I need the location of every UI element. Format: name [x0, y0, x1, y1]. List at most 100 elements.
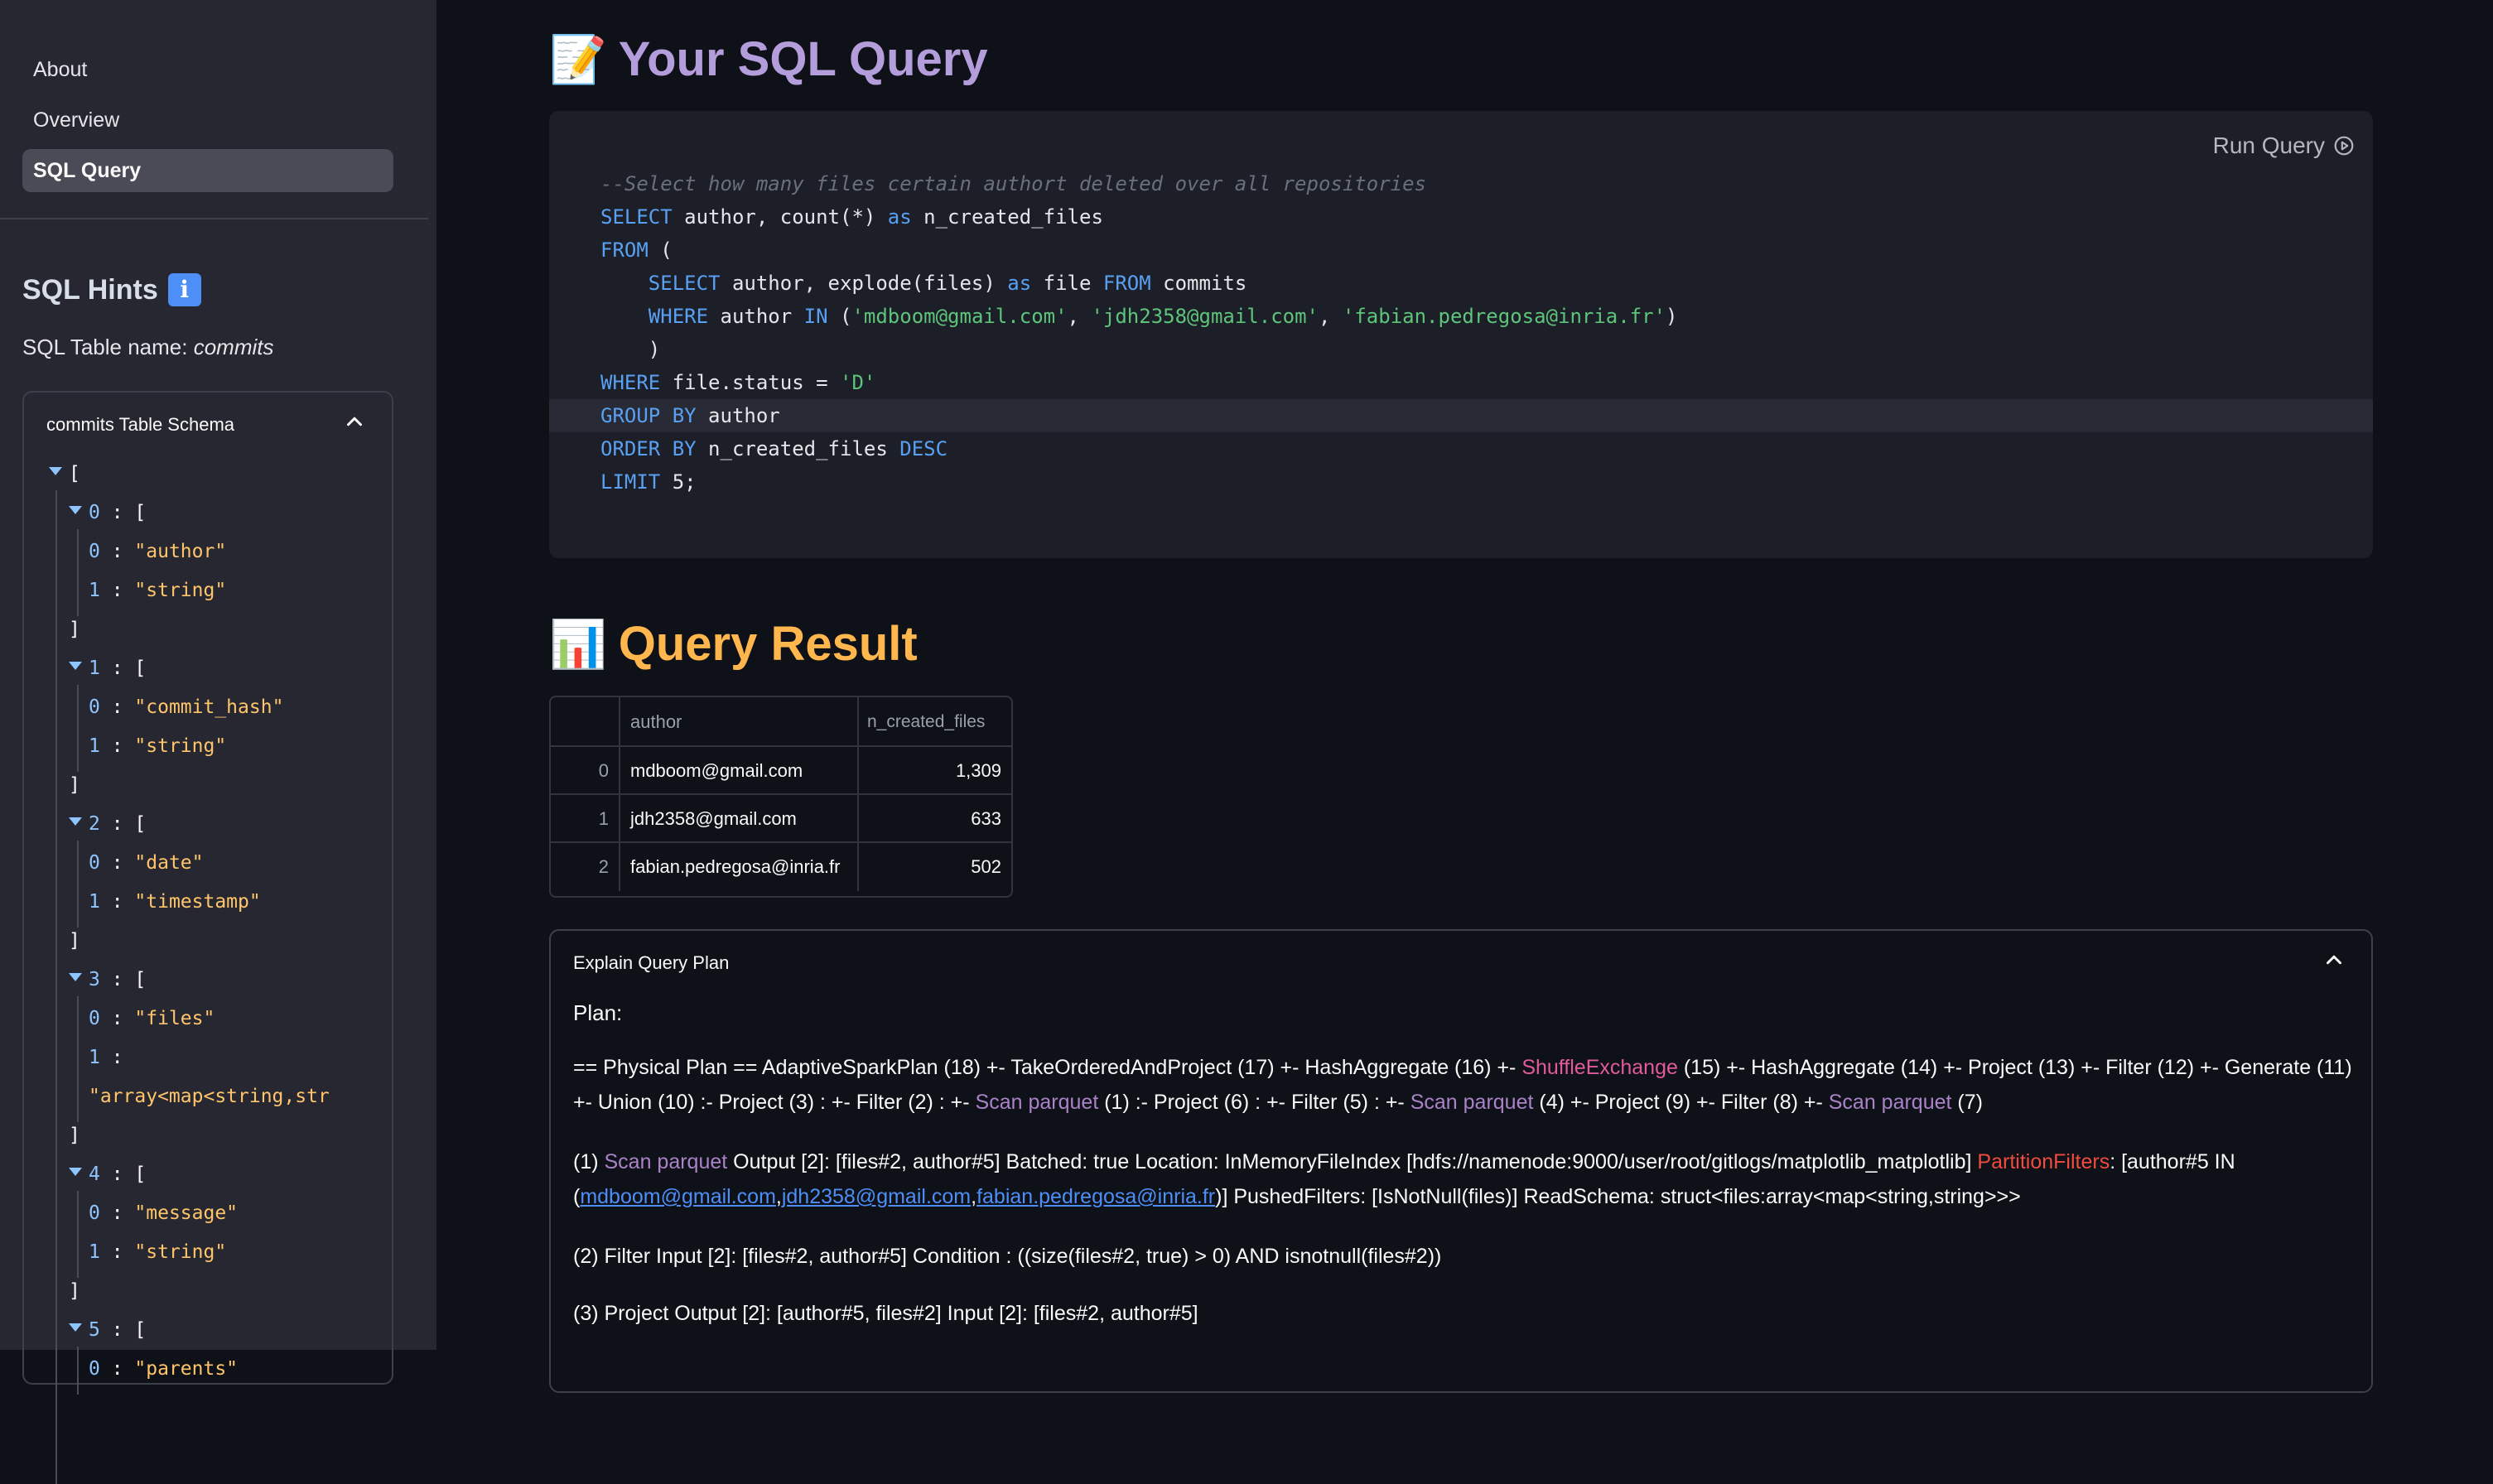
column-header-author[interactable]: author: [620, 697, 859, 747]
cell-n-created-files[interactable]: 1,309: [859, 747, 1011, 795]
code-line: ): [600, 338, 661, 361]
json-array-open: 1 : [: [69, 655, 146, 682]
row-index: 0: [551, 747, 620, 795]
sidebar-nav: About Overview SQL Query: [22, 48, 393, 200]
plan-keyword: Scan parquet: [1828, 1091, 1952, 1114]
code-line-active: GROUP BY author: [549, 399, 2373, 432]
plan-keyword: PartitionFilters: [1977, 1150, 2110, 1173]
nav-item-about[interactable]: About: [22, 48, 393, 91]
table-index-header: [551, 697, 620, 747]
plan-text: (1): [573, 1150, 605, 1173]
json-indent-guide: [77, 685, 79, 772]
json-entry: 1 : "string": [89, 735, 227, 757]
table-name-value: commits: [193, 335, 274, 359]
plan-text: == Physical Plan == AdaptiveSparkPlan (1…: [573, 1056, 1522, 1079]
column-header-n-created-files[interactable]: n_created_files: [859, 697, 1011, 747]
explain-expander: Explain Query Plan Plan: == Physical Pla…: [549, 929, 2373, 1393]
caret-down-icon[interactable]: [49, 466, 62, 475]
query-result-heading: 📊 Query Result: [549, 616, 918, 672]
json-array-open: 2 : [: [69, 811, 146, 837]
plan-label: Plan:: [573, 1000, 623, 1025]
json-array-close: ]: [69, 1280, 80, 1302]
json-array-close: ]: [69, 1125, 80, 1146]
json-array-close: ]: [69, 774, 80, 796]
cell-n-created-files[interactable]: 633: [859, 795, 1011, 843]
table-name-label: SQL Table name:: [22, 335, 188, 359]
row-index: 2: [551, 843, 620, 891]
sidebar-divider: [0, 218, 428, 219]
cell-author[interactable]: fabian.pedregosa@inria.fr: [620, 843, 859, 891]
plan-text: Output [2]: [files#2, author#5] Batched:…: [727, 1150, 1978, 1173]
caret-down-icon[interactable]: [69, 1167, 82, 1176]
email-link[interactable]: fabian.pedregosa@inria.fr: [976, 1185, 1215, 1208]
run-query-button[interactable]: Run Query: [2213, 132, 2355, 159]
explain-expander-title[interactable]: Explain Query Plan: [573, 952, 729, 974]
cell-author[interactable]: mdboom@gmail.com: [620, 747, 859, 795]
plan-keyword: Scan parquet: [604, 1150, 728, 1173]
caret-down-icon[interactable]: [69, 661, 82, 670]
json-indent-guide: [77, 1191, 79, 1278]
json-entry: 0 : "commit_hash": [89, 696, 284, 718]
email-link[interactable]: mdboom@gmail.com: [580, 1185, 776, 1208]
caret-down-icon[interactable]: [69, 1323, 82, 1332]
sidebar: About Overview SQL Query SQL Hints i SQL…: [0, 0, 436, 1484]
row-index: 1: [551, 795, 620, 843]
json-indent-guide: [77, 996, 79, 1122]
sql-editor[interactable]: Run Query --Select how many files certai…: [549, 111, 2373, 558]
code-line: ORDER BY n_created_files DESC: [600, 437, 948, 460]
json-entry: 1 :: [89, 1047, 123, 1068]
json-array-close: ]: [69, 930, 80, 952]
code-line: SELECT author, explode(files) as file FR…: [648, 272, 1247, 295]
caret-down-icon[interactable]: [69, 505, 82, 514]
json-entry: 0 : "date": [89, 852, 204, 874]
table-name-line: SQL Table name: commits: [22, 335, 273, 360]
plan-text: (1) :- Project (6) : +- Filter (5) : +-: [1098, 1091, 1410, 1114]
json-entry: 1 : "string": [89, 580, 227, 601]
json-indent-guide: [55, 490, 57, 1484]
info-icon: i: [167, 273, 201, 306]
project-detail: (3) Project Output [2]: [author#5, files…: [573, 1302, 1198, 1325]
caret-down-icon[interactable]: [69, 817, 82, 826]
physical-plan-text: == Physical Plan == AdaptiveSparkPlan (1…: [573, 1050, 2355, 1120]
run-query-label: Run Query: [2212, 132, 2325, 158]
sql-hints-heading: SQL Hints i: [22, 273, 201, 306]
plan-text: (4) +- Project (9) +- Filter (8) +-: [1533, 1091, 1829, 1114]
query-result-title: Query Result: [618, 617, 918, 671]
code-line: WHERE author IN ('mdboom@gmail.com', 'jd…: [648, 305, 1678, 328]
filter-detail: (2) Filter Input [2]: [files#2, author#5…: [573, 1245, 1442, 1268]
caret-down-icon[interactable]: [69, 972, 82, 981]
chevron-up-icon[interactable]: [2322, 947, 2346, 972]
json-array-open: 0 : [: [69, 499, 146, 526]
code-line: FROM (: [600, 238, 673, 262]
cell-n-created-files[interactable]: 502: [859, 843, 1011, 891]
json-entry: 0 : "message": [89, 1202, 239, 1224]
code-line: LIMIT 5;: [600, 470, 697, 494]
sql-query-heading: 📝 Your SQL Query: [549, 31, 988, 87]
memo-icon: 📝: [549, 32, 607, 85]
chevron-up-icon[interactable]: [342, 409, 367, 434]
plan-keyword: ShuffleExchange: [1521, 1056, 1678, 1079]
plan-keyword: Scan parquet: [1410, 1091, 1534, 1114]
code-line: SELECT author, count(*) as n_created_fil…: [600, 205, 1103, 229]
json-entry: 1 : "string": [89, 1241, 227, 1263]
plan-text: )] PushedFilters: [IsNotNull(files)] Rea…: [1215, 1185, 2021, 1208]
json-entry-value: "array<map<string,str: [89, 1086, 330, 1107]
play-circle-icon: [2334, 136, 2354, 156]
schema-expander-title[interactable]: commits Table Schema: [46, 414, 234, 436]
json-array-open: 3 : [: [69, 966, 146, 993]
code-line: WHERE file.status = 'D': [600, 371, 876, 394]
code-comment: --Select how many files certain authort …: [600, 172, 1426, 195]
scan-parquet-detail: (1) Scan parquet Output [2]: [files#2, a…: [573, 1150, 2235, 1208]
json-indent-guide: [77, 1347, 79, 1395]
schema-expander: commits Table Schema [0 : [0 : "author" 1…: [22, 391, 393, 1484]
json-entry: 0 : "parents": [89, 1358, 239, 1380]
json-indent-guide: [77, 529, 79, 616]
nav-item-overview[interactable]: Overview: [22, 99, 393, 142]
json-array-open: 5 : [: [69, 1317, 146, 1343]
result-table[interactable]: author n_created_files 0 mdboom@gmail.co…: [549, 696, 1013, 898]
json-array-open: 4 : [: [69, 1161, 146, 1188]
cell-author[interactable]: jdh2358@gmail.com: [620, 795, 859, 843]
json-array-close: ]: [69, 619, 80, 640]
nav-item-sql-query[interactable]: SQL Query: [22, 149, 393, 192]
email-link[interactable]: jdh2358@gmail.com: [782, 1185, 971, 1208]
